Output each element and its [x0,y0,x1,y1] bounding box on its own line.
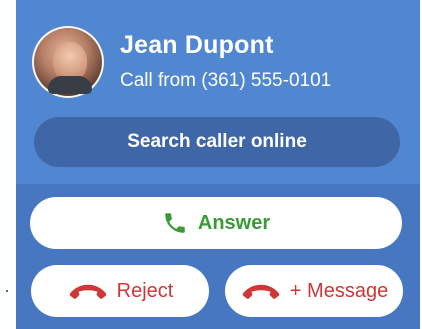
reject-with-message-button[interactable]: + Message [225,265,403,317]
reject-button[interactable]: Reject [31,265,209,317]
edge-dot [6,290,8,292]
phone-icon [162,210,188,236]
incoming-call-card: Jean Dupont Call from (361) 555-0101 Sea… [16,0,420,329]
answer-label: Answer [197,211,271,234]
caller-name: Jean Dupont [120,31,274,59]
caller-number: Call from (361) 555-0101 [120,70,332,91]
incoming-call-screen: Jean Dupont Call from (361) 555-0101 Sea… [0,0,422,329]
reject-label: Reject [116,279,174,302]
search-caller-online-button[interactable]: Search caller online [34,117,400,167]
caller-avatar [32,26,104,98]
answer-button[interactable]: Answer [30,197,402,249]
hangup-phone-icon [67,280,109,302]
message-label: + Message [289,279,389,302]
search-caller-online-label: Search caller online [127,131,307,152]
hangup-phone-icon [240,280,282,302]
